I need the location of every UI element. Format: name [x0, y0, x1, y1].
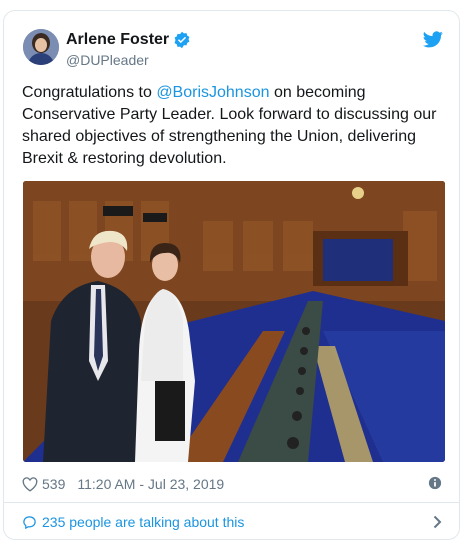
like-count[interactable]: 539	[42, 476, 65, 492]
avatar[interactable]	[23, 29, 59, 65]
author-name-row[interactable]: Arlene Foster	[66, 31, 191, 49]
conversation-label[interactable]: 235 people are talking about this	[42, 514, 244, 530]
tweet-text-part: Congratulations to	[22, 84, 157, 101]
conversation-link[interactable]: 235 people are talking about this	[22, 512, 442, 532]
tweet-meta: 539 11:20 AM - Jul 23, 2019	[22, 473, 442, 495]
speech-bubble-icon	[23, 515, 36, 529]
photo-chamber-illustration	[23, 181, 445, 462]
verified-badge-icon	[174, 31, 190, 49]
timestamp[interactable]: 11:20 AM - Jul 23, 2019	[77, 476, 224, 492]
info-icon[interactable]	[428, 476, 442, 490]
heart-icon[interactable]	[22, 476, 38, 492]
chevron-right-icon[interactable]	[433, 515, 442, 529]
mention-link[interactable]: @BorisJohnson	[156, 84, 269, 101]
author-name[interactable]: Arlene Foster	[66, 31, 169, 49]
tweet-text: Congratulations to @BorisJohnson on beco…	[22, 82, 447, 170]
tweet-card: Arlene Foster @DUPleader Congratulations…	[3, 10, 460, 540]
tweet-photo[interactable]	[23, 181, 445, 462]
author-handle[interactable]: @DUPleader	[66, 52, 149, 68]
divider	[4, 502, 459, 503]
twitter-bird-icon[interactable]	[423, 31, 443, 48]
